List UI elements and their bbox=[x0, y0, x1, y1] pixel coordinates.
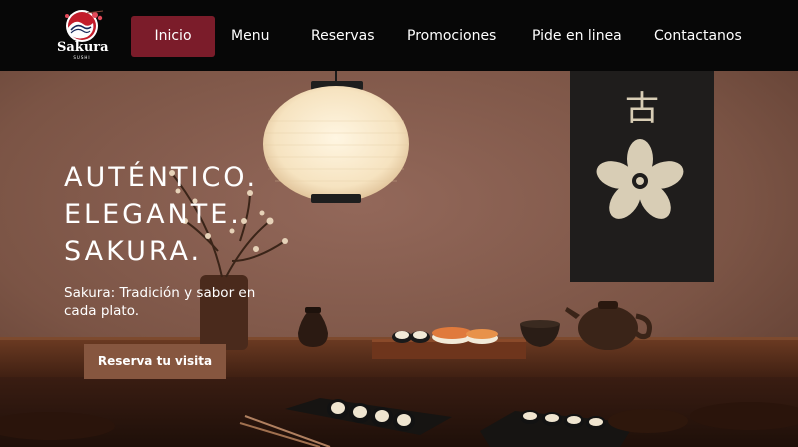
nav-item-inicio[interactable]: Inicio bbox=[131, 16, 215, 57]
headline-line-3: SAKURA. bbox=[64, 236, 203, 267]
brand-subtitle: SUSHI bbox=[73, 55, 91, 60]
headline-line-2: ELEGANTE. bbox=[64, 199, 242, 230]
wave-emblem-icon bbox=[65, 10, 104, 42]
banner-kanji: 古 bbox=[625, 89, 659, 129]
reserve-visit-button[interactable]: Reserva tu visita bbox=[84, 344, 226, 379]
nav-item-contactanos[interactable]: Contactanos bbox=[654, 16, 742, 57]
hero-tagline: Sakura: Tradición y sabor en cada plato. bbox=[64, 285, 256, 319]
nav-item-promociones[interactable]: Promociones bbox=[407, 16, 496, 57]
hero-headline: AUTÉNTICO. ELEGANTE. SAKURA. bbox=[64, 159, 258, 270]
sakura-logo[interactable]: Sakura SUSHI bbox=[57, 8, 109, 64]
nav-item-pide-en-linea[interactable]: Pide en linea bbox=[532, 16, 622, 57]
nav-item-reservas[interactable]: Reservas bbox=[311, 16, 375, 57]
top-navigation-bar: Sakura SUSHI Inicio Menu Reservas Promoc… bbox=[0, 0, 798, 71]
brand-name: Sakura bbox=[57, 40, 109, 55]
nav-item-menu[interactable]: Menu bbox=[231, 16, 269, 57]
hero-section: 古 AUTÉNTICO. ELEGANTE. SAKURA. Sakura: T… bbox=[0, 71, 798, 447]
headline-line-1: AUTÉNTICO. bbox=[64, 162, 259, 193]
